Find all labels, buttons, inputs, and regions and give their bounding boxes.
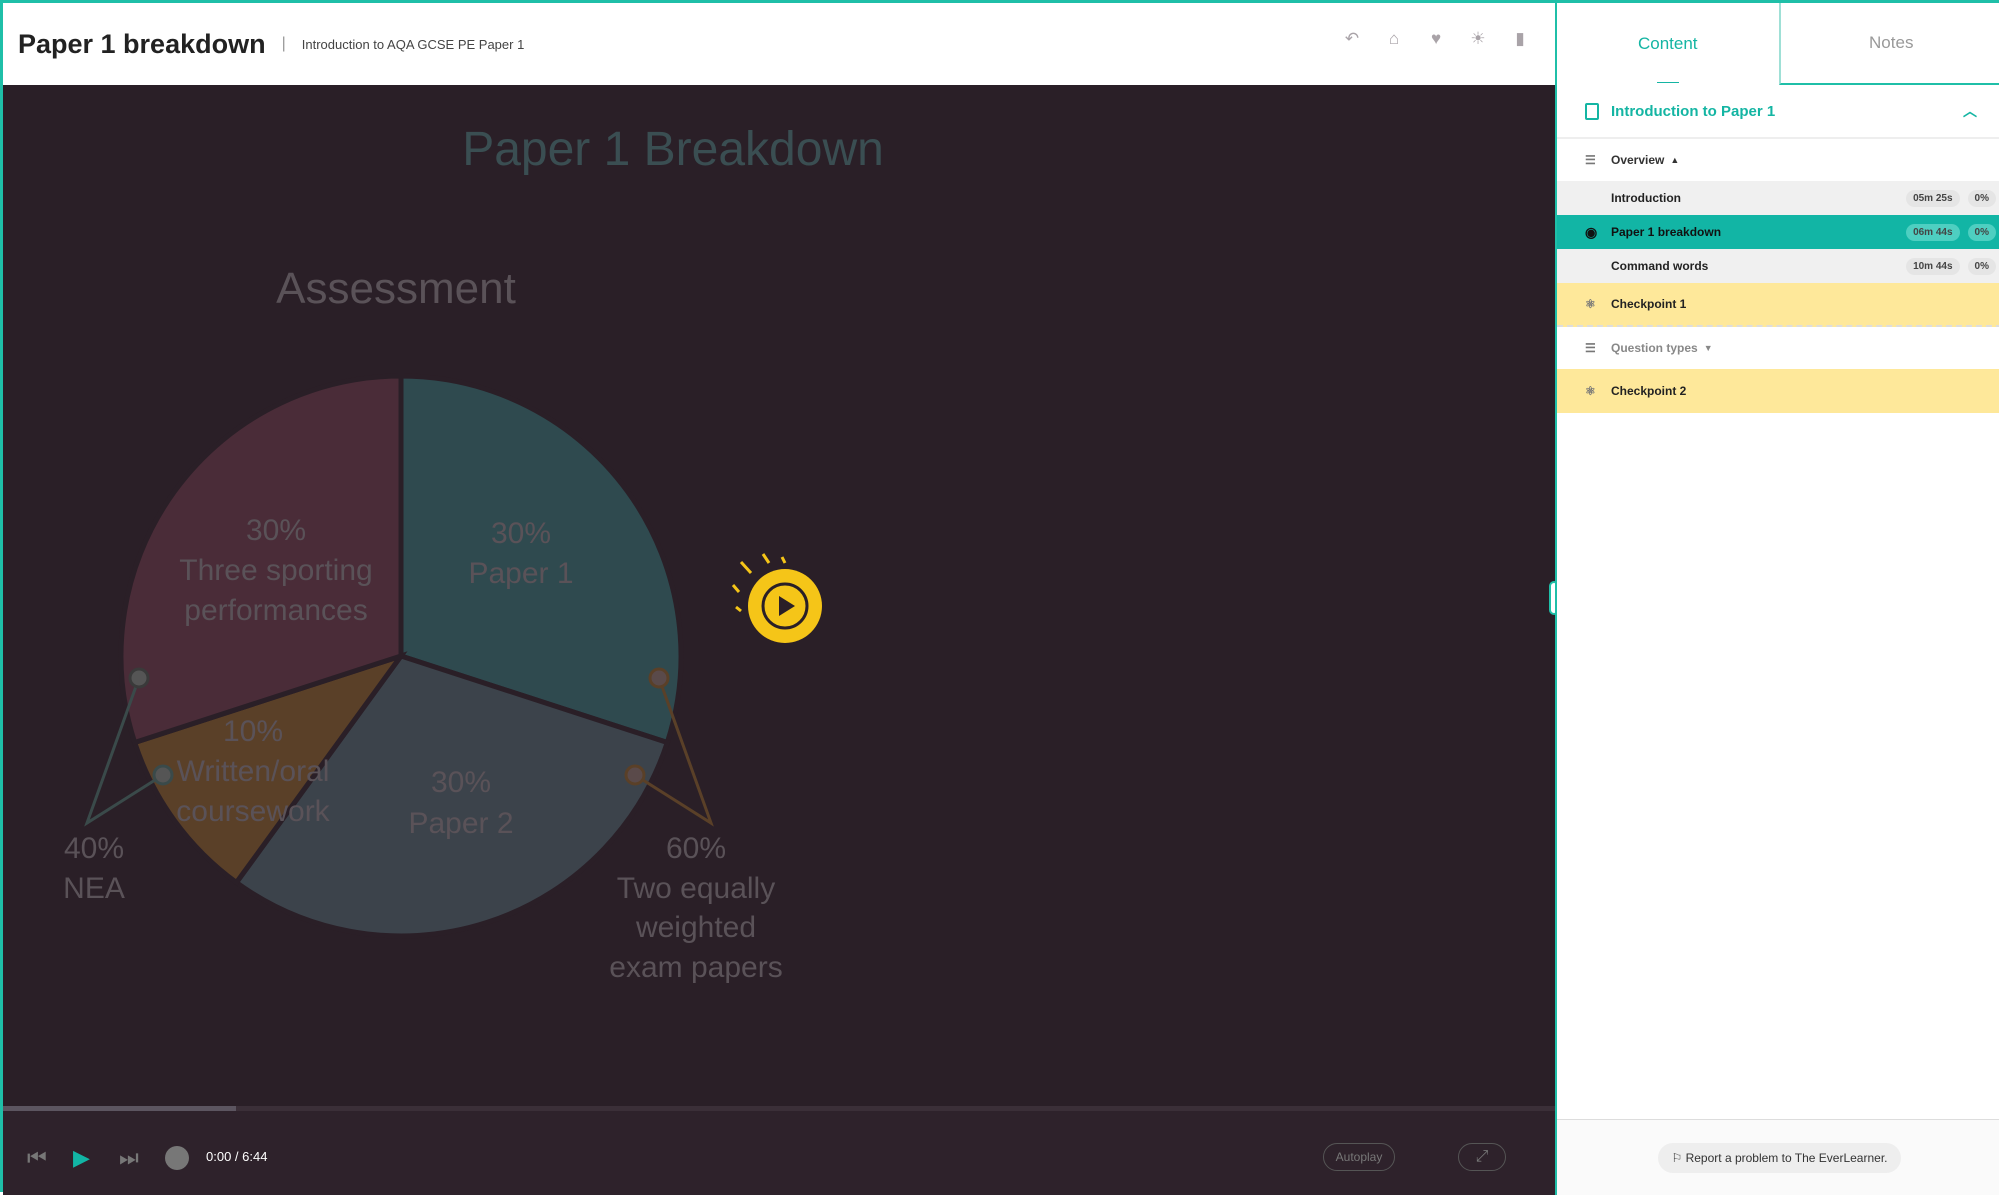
sidebar-toggle-icon[interactable]: ▮ [1510, 29, 1530, 49]
exam-label-1: Two equally [617, 872, 775, 905]
top-bar: Paper 1 breakdown | Introduction to AQA … [3, 3, 1555, 85]
slice-label-performances-2: performances [184, 594, 367, 627]
lesson-introduction[interactable]: Introduction 05m 25s 0% [1557, 181, 1999, 215]
heart-icon[interactable]: ♥ [1426, 29, 1446, 49]
time-display: 0:00 / 6:44 [206, 1149, 267, 1164]
section-title: Overview [1611, 153, 1664, 167]
slice-label-written-2: coursework [176, 795, 330, 828]
slice-label-written-1: Written/oral [177, 755, 330, 788]
video-player[interactable]: Paper 1 Breakdown Assessment 30% Paper 1… [3, 85, 1555, 1111]
flag-icon: ⚐ [1672, 1151, 1686, 1165]
lesson-title: Introduction [1611, 191, 1681, 205]
fullscreen-icon[interactable]: ⤢ [1458, 1143, 1506, 1171]
report-problem-button[interactable]: ⚐ Report a problem to The EverLearner. [1658, 1143, 1902, 1173]
sidebar-footer: ⚐ Report a problem to The EverLearner. [1557, 1119, 1999, 1195]
sidebar: Content Notes Introduction to Paper 1 ︿ … [1555, 3, 1999, 1195]
nea-label: NEA [63, 872, 125, 905]
nea-percent: 40% [64, 832, 124, 865]
lesson-paper-1-breakdown[interactable]: ◉ Paper 1 breakdown 06m 44s 0% [1557, 215, 1999, 249]
atom-icon: ⚛ [1585, 297, 1599, 311]
exam-percent: 60% [666, 832, 726, 865]
slide-canvas: Paper 1 Breakdown Assessment 30% Paper 1… [3, 85, 1555, 1111]
brightness-icon[interactable]: ☀ [1468, 29, 1488, 49]
play-icon[interactable]: ▶ [73, 1145, 90, 1171]
chevron-up-icon[interactable]: ︿ [1963, 101, 1977, 121]
lesson-duration: 05m 25s [1906, 190, 1959, 207]
module-header[interactable]: Introduction to Paper 1 ︿ [1557, 85, 1999, 139]
list-icon: ☰ [1585, 153, 1599, 167]
lesson-duration: 10m 44s [1906, 258, 1959, 275]
undo-icon[interactable]: ↶ [1342, 29, 1362, 49]
section-question-types[interactable]: ☰ Question types ▼ [1557, 327, 1999, 369]
exam-label-3: exam papers [609, 951, 782, 984]
section-overview[interactable]: ☰ Overview ▲ [1557, 139, 1999, 181]
title-separator: | [282, 35, 286, 53]
slice-label-performances-1: Three sporting [179, 554, 372, 587]
play-circle-icon: ◉ [1585, 224, 1599, 241]
breadcrumb[interactable]: Introduction to AQA GCSE PE Paper 1 [302, 37, 525, 52]
lesson-progress: 0% [1968, 224, 1996, 241]
slice-label-paper1: Paper 1 [468, 557, 573, 590]
atom-icon: ⚛ [1585, 384, 1599, 398]
callout-dot [130, 669, 148, 687]
checkpoint-title: Checkpoint 2 [1611, 384, 1686, 398]
lesson-title: Paper 1 breakdown [1611, 225, 1721, 239]
slice-percent-written: 10% [223, 715, 283, 748]
lesson-title: Command words [1611, 259, 1708, 273]
callout-dot [154, 766, 172, 784]
lesson-progress: 0% [1968, 258, 1996, 275]
checkpoint-2[interactable]: ⚛ Checkpoint 2 [1557, 369, 1999, 413]
page-title: Paper 1 breakdown [18, 29, 266, 60]
pie-chart [121, 376, 681, 936]
checkpoint-1[interactable]: ⚛ Checkpoint 1 [1557, 283, 1999, 327]
next-icon[interactable]: ⏭ [119, 1145, 139, 1171]
callout-dot [650, 669, 668, 687]
slice-percent-performances: 30% [246, 514, 306, 547]
caret-up-icon: ▲ [1670, 155, 1679, 165]
previous-icon[interactable]: ⏮ [27, 1145, 47, 1171]
checkpoint-title: Checkpoint 1 [1611, 297, 1686, 311]
slice-label-paper2: Paper 2 [408, 807, 513, 840]
report-label: Report a problem to The EverLearner. [1686, 1151, 1888, 1165]
slide-heading: Assessment [276, 264, 516, 313]
home-icon[interactable]: ⌂ [1384, 29, 1404, 49]
lesson-progress: 0% [1968, 190, 1996, 207]
slide-title: Paper 1 Breakdown [462, 123, 884, 176]
module-title: Introduction to Paper 1 [1611, 103, 1775, 120]
tab-notes[interactable]: Notes [1779, 3, 1999, 85]
section-title: Question types [1611, 341, 1698, 355]
list-icon: ☰ [1585, 341, 1599, 355]
volume-icon[interactable] [165, 1146, 189, 1170]
slice-percent-paper1: 30% [491, 517, 551, 550]
lesson-command-words[interactable]: Command words 10m 44s 0% [1557, 249, 1999, 283]
big-play-button[interactable] [733, 554, 822, 643]
slice-percent-paper2: 30% [431, 766, 491, 799]
tab-content[interactable]: Content [1557, 3, 1779, 85]
callout-dot [626, 766, 644, 784]
lesson-duration: 06m 44s [1906, 224, 1959, 241]
caret-down-icon: ▼ [1704, 343, 1713, 353]
exam-label-2: weighted [635, 911, 756, 944]
bookmark-icon [1585, 103, 1599, 120]
autoplay-toggle[interactable]: Autoplay [1323, 1143, 1395, 1171]
